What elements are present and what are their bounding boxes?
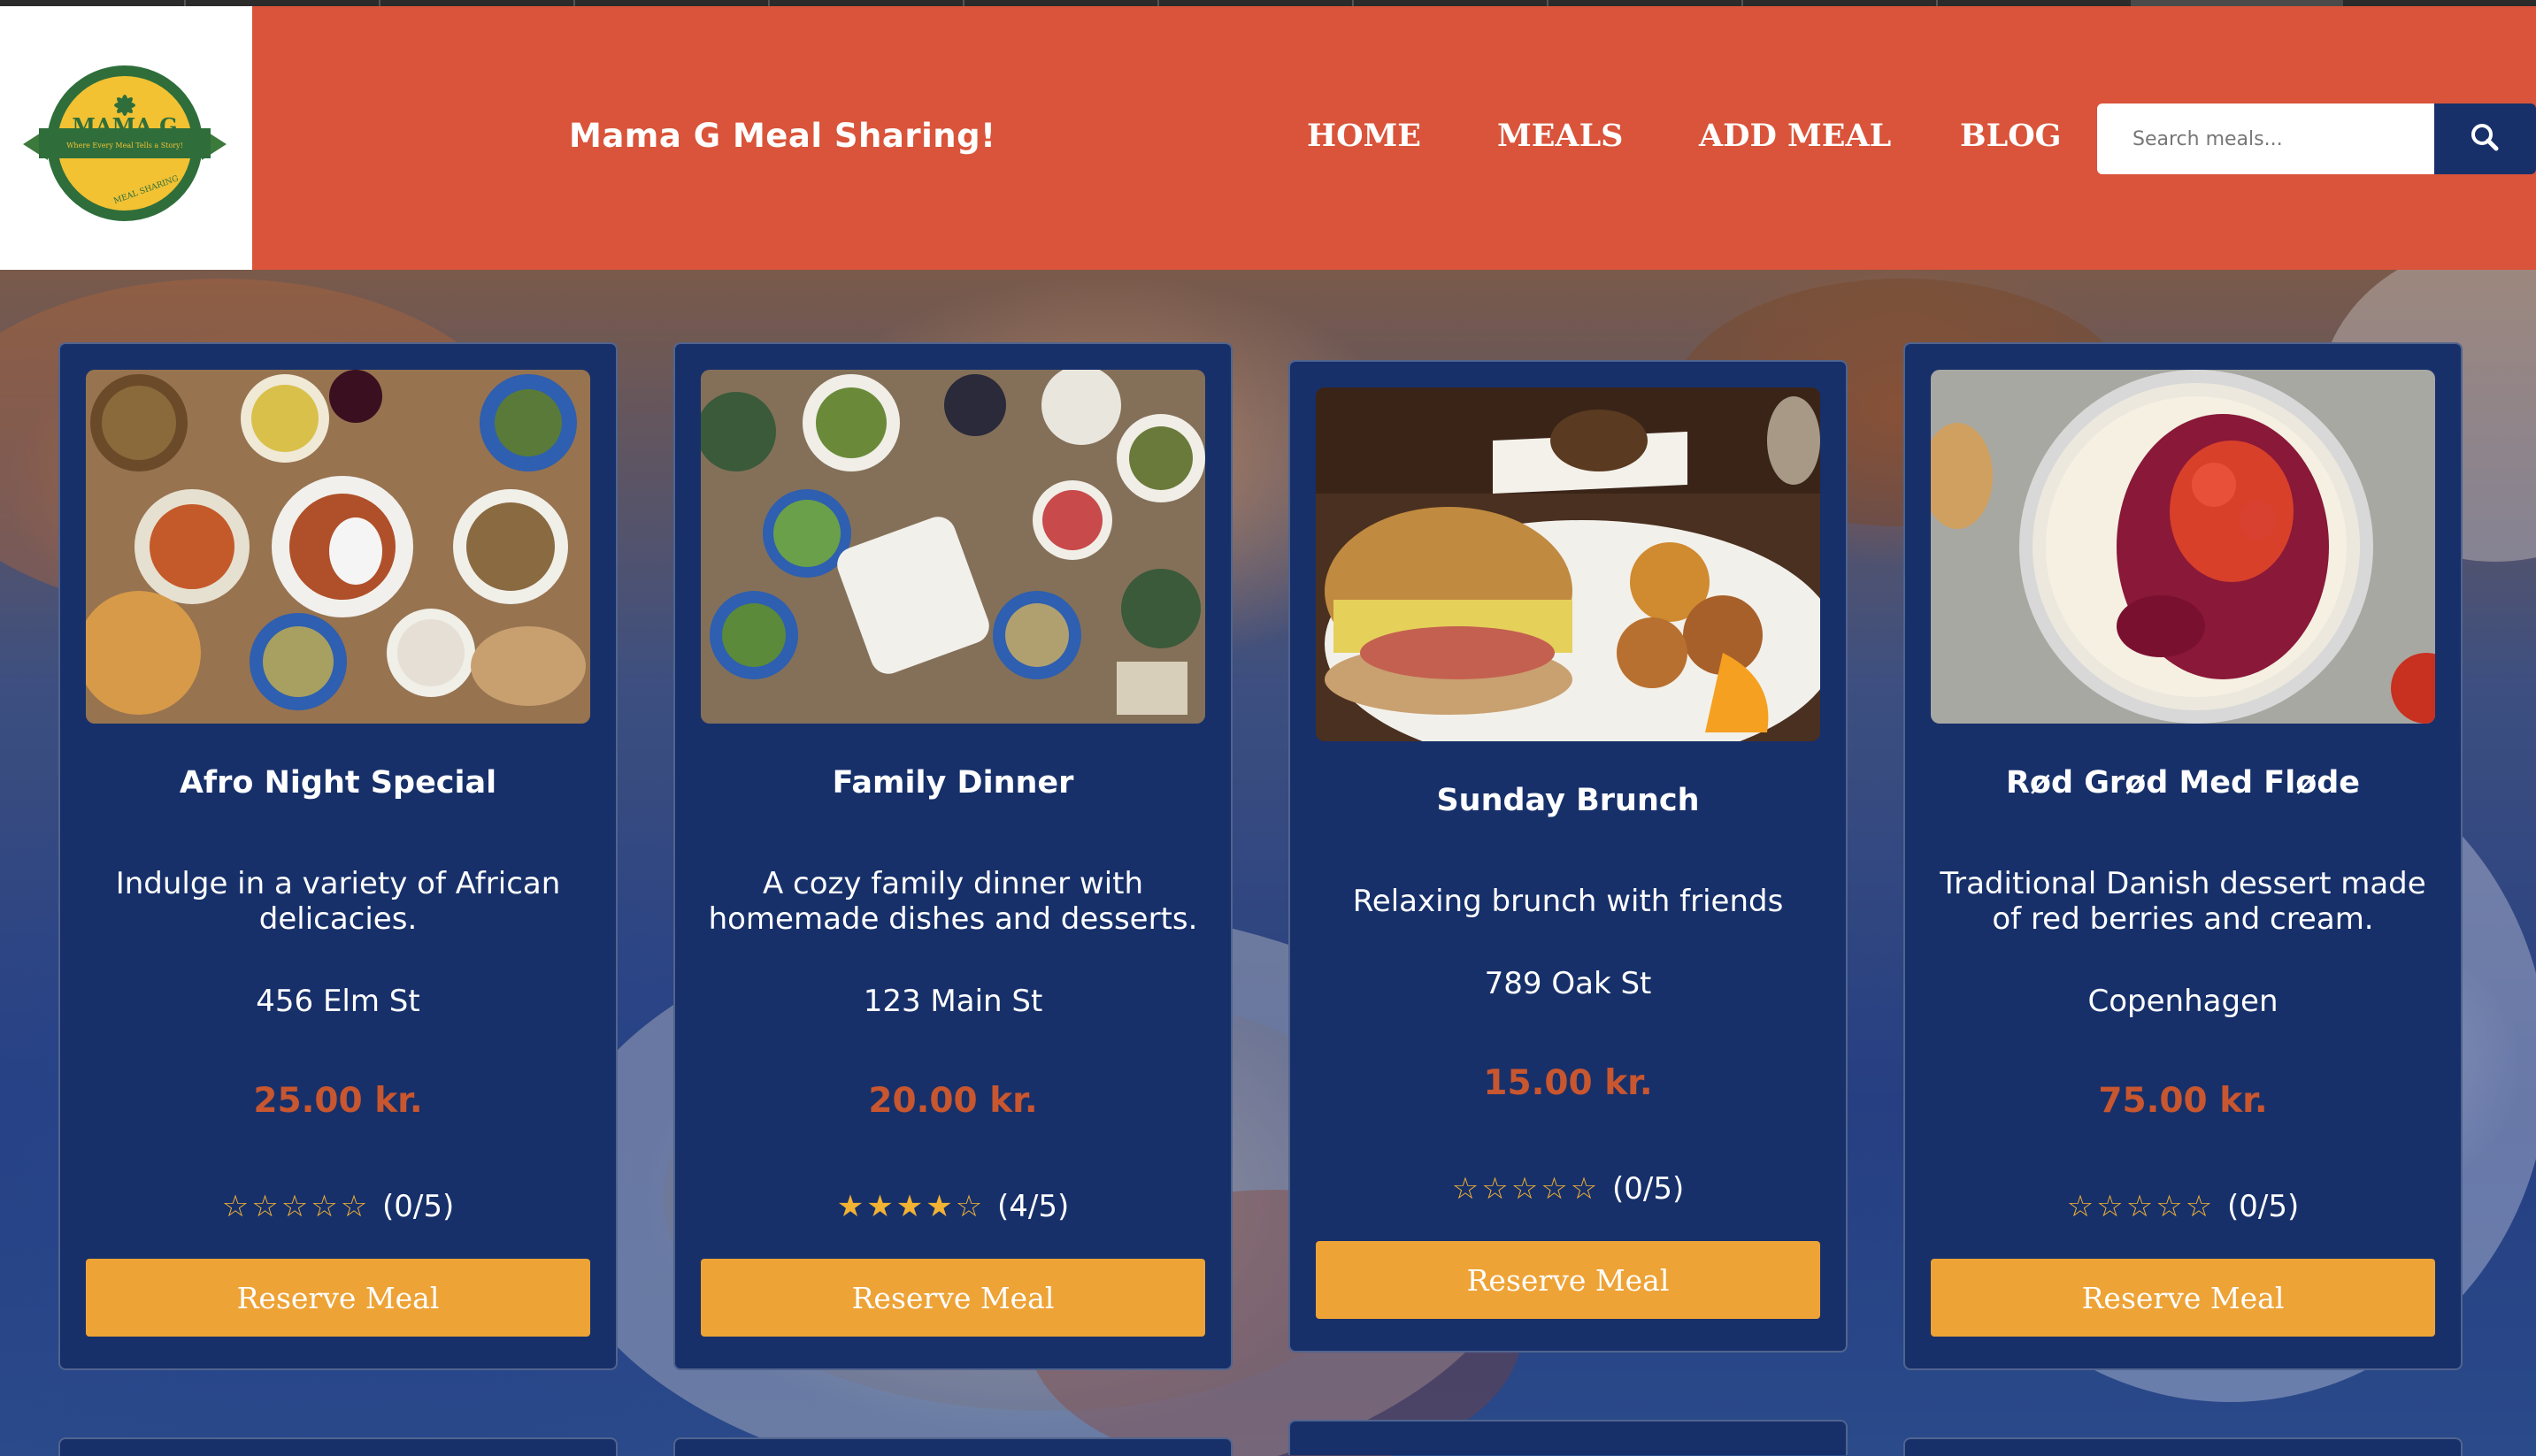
meal-image xyxy=(86,370,590,724)
rating-stars[interactable]: ☆☆☆☆☆ xyxy=(1452,1171,1612,1207)
meal-location: 456 Elm St xyxy=(256,984,420,1019)
nav-meals[interactable]: MEALS xyxy=(1497,118,1623,154)
meal-description: Indulge in a variety of African delicaci… xyxy=(115,866,561,937)
nav-blog[interactable]: BLOG xyxy=(1960,118,2062,154)
site-header: MAMA G Where Every Meal Tells a Story! M… xyxy=(0,6,2536,270)
meal-location: 123 Main St xyxy=(863,984,1043,1019)
meal-price: 25.00 kr. xyxy=(253,1081,423,1121)
meal-card-next-row xyxy=(1288,1420,1848,1455)
logo-container[interactable]: MAMA G Where Every Meal Tells a Story! M… xyxy=(0,6,252,270)
logo-tagline: Where Every Meal Tells a Story! xyxy=(66,142,183,149)
browser-top-strip xyxy=(0,0,2536,6)
meal-card-next-row xyxy=(673,1437,1233,1456)
meal-price: 15.00 kr. xyxy=(1483,1063,1653,1103)
meal-location: 789 Oak St xyxy=(1484,966,1652,1001)
meal-card: Sunday Brunch Relaxing brunch with frien… xyxy=(1288,360,1848,1353)
reserve-meal-button[interactable]: Reserve Meal xyxy=(1316,1241,1820,1319)
meal-card: Rød Grød Med Fløde Traditional Danish de… xyxy=(1903,342,2463,1370)
meals-grid: Afro Night Special Indulge in a variety … xyxy=(0,270,2536,1456)
logo-icon: MAMA G Where Every Meal Tells a Story! M… xyxy=(23,65,227,221)
rating-stars[interactable]: ★★★★☆ xyxy=(837,1189,997,1224)
reserve-meal-button[interactable]: Reserve Meal xyxy=(701,1259,1205,1337)
nav-home[interactable]: HOME xyxy=(1307,118,1421,154)
logo-name: MAMA G xyxy=(72,113,177,139)
meal-title: Sunday Brunch xyxy=(1436,783,1700,818)
meal-card: Family Dinner A cozy family dinner with … xyxy=(673,342,1233,1370)
meal-title: Afro Night Special xyxy=(179,765,497,801)
rating-text: (0/5) xyxy=(381,1189,455,1224)
reserve-meal-button[interactable]: Reserve Meal xyxy=(1931,1259,2435,1337)
meal-price: 75.00 kr. xyxy=(2098,1081,2268,1121)
meal-title: Family Dinner xyxy=(832,765,1074,801)
rating-stars[interactable]: ☆☆☆☆☆ xyxy=(2067,1189,2227,1224)
meal-rating: ☆☆☆☆☆ (0/5) xyxy=(1290,1171,1846,1207)
rating-text: (0/5) xyxy=(2226,1189,2300,1224)
meal-image xyxy=(701,370,1205,724)
meal-card: Afro Night Special Indulge in a variety … xyxy=(58,342,618,1370)
meal-card-next-row xyxy=(1903,1437,2463,1456)
search-input[interactable] xyxy=(2097,103,2434,174)
reserve-meal-button[interactable]: Reserve Meal xyxy=(86,1259,590,1337)
meal-description: A cozy family dinner with homemade dishe… xyxy=(708,866,1198,937)
meal-title: Rød Grød Med Fløde xyxy=(2005,765,2361,801)
meal-rating: ☆☆☆☆☆ (0/5) xyxy=(60,1189,616,1224)
meal-location: Copenhagen xyxy=(2087,984,2279,1019)
search-icon xyxy=(2471,124,2499,151)
rating-text: (0/5) xyxy=(1611,1171,1685,1207)
meal-card-next-row xyxy=(58,1437,618,1456)
meal-rating: ★★★★☆ (4/5) xyxy=(675,1189,1231,1224)
meal-description: Relaxing brunch with friends xyxy=(1352,884,1784,919)
meal-rating: ☆☆☆☆☆ (0/5) xyxy=(1905,1189,2461,1224)
search-button[interactable] xyxy=(2434,103,2536,174)
meal-description: Traditional Danish dessert made of red b… xyxy=(1940,866,2426,937)
meal-image xyxy=(1931,370,2435,724)
meal-price: 20.00 kr. xyxy=(868,1081,1038,1121)
rating-stars[interactable]: ☆☆☆☆☆ xyxy=(222,1189,382,1224)
meal-image xyxy=(1316,387,1820,741)
site-title[interactable]: Mama G Meal Sharing! xyxy=(569,117,995,155)
rating-text: (4/5) xyxy=(996,1189,1070,1224)
nav-add-meal[interactable]: ADD MEAL xyxy=(1699,118,1891,154)
